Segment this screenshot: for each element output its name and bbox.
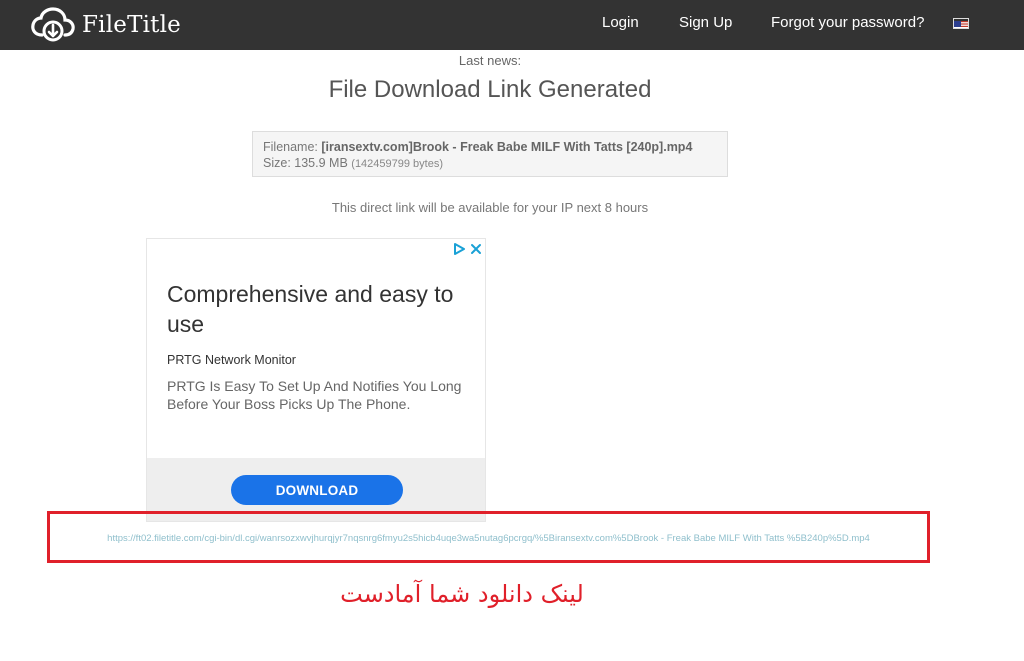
ad-description[interactable]: PRTG Is Easy To Set Up And Notifies You … (167, 377, 472, 413)
filename-value: [iransextv.com]Brook - Freak Babe MILF W… (321, 140, 693, 154)
top-navbar: FileTitle Login Sign Up Forgot your pass… (0, 0, 1024, 50)
close-icon[interactable] (470, 243, 482, 255)
size-row: Size: 135.9 MB (142459799 bytes) (263, 155, 717, 172)
page-title: File Download Link Generated (328, 76, 652, 103)
size-bytes: (142459799 bytes) (351, 158, 444, 170)
ad-headline[interactable]: Comprehensive and easy to use (167, 279, 467, 339)
download-ready-caption: لینک دانلود شما آمادست (340, 580, 584, 608)
cloud-download-icon (31, 7, 75, 42)
direct-link-frame: https://ft02.filetitle.com/cgi-bin/dl.cg… (47, 511, 930, 563)
size-label: Size: (263, 156, 291, 170)
availability-notice: This direct link will be available for y… (331, 200, 649, 215)
ad-advertiser[interactable]: PRTG Network Monitor (167, 353, 296, 367)
ad-controls (452, 242, 482, 256)
ad-download-button[interactable]: DOWNLOAD (231, 475, 403, 505)
filename-row: Filename: [iransextv.com]Brook - Freak B… (263, 139, 717, 155)
advertisement[interactable]: Comprehensive and easy to use PRTG Netwo… (146, 238, 486, 522)
logo-text: FileTitle (82, 12, 181, 38)
site-logo[interactable]: FileTitle (30, 5, 181, 45)
direct-download-link[interactable]: https://ft02.filetitle.com/cgi-bin/dl.cg… (50, 533, 927, 544)
signup-link[interactable]: Sign Up (679, 14, 732, 31)
filename-label: Filename: (263, 140, 318, 154)
adchoices-icon[interactable] (452, 242, 466, 256)
size-value: 135.9 MB (294, 156, 348, 170)
last-news-label: Last news: (458, 53, 522, 68)
us-flag-icon[interactable] (953, 18, 969, 29)
forgot-password-link[interactable]: Forgot your password? (771, 14, 924, 31)
file-info-box: Filename: [iransextv.com]Brook - Freak B… (252, 131, 728, 177)
login-link[interactable]: Login (602, 14, 639, 31)
